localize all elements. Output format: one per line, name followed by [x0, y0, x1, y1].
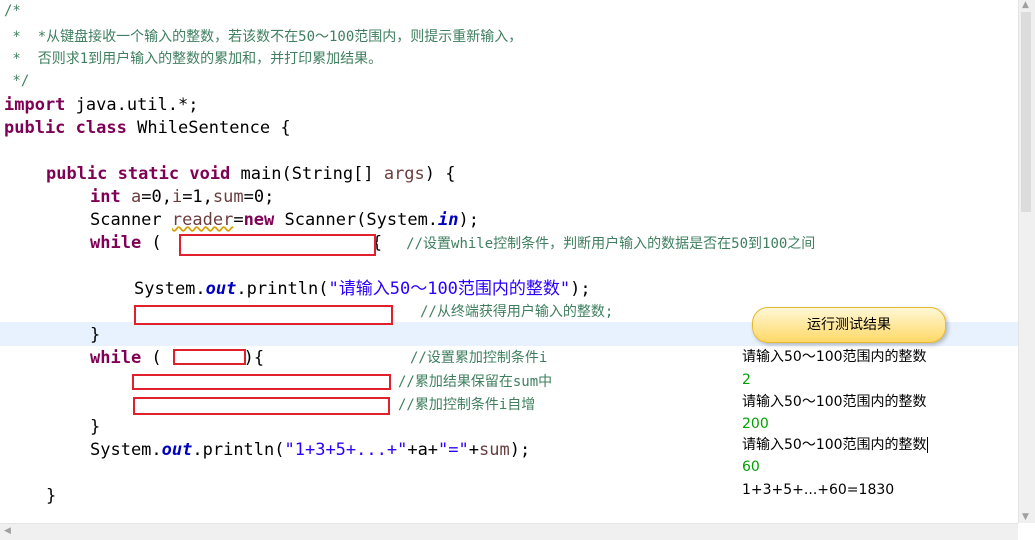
- console-line: 请输入50～100范围内的整数: [742, 349, 927, 365]
- console-input-line: 200: [742, 416, 769, 432]
- console-result-line: 1+3+5+...+60=1830: [742, 482, 895, 498]
- console-input-line: 2: [742, 372, 751, 388]
- code-editor[interactable]: /* * *从键盘接收一个输入的整数，若该数不在50～100范围内，则提示重新输…: [0, 0, 1018, 523]
- horizontal-scrollbar[interactable]: [0, 523, 1018, 540]
- comment-line: /*: [4, 3, 21, 19]
- comment-line: * 否则求1到用户输入的整数的累加和，并打印累加结果。: [4, 51, 383, 67]
- run-result-badge: 运行测试结果: [752, 307, 946, 343]
- comment-line: * *从键盘接收一个输入的整数，若该数不在50～100范围内，则提示重新输入，: [4, 29, 523, 45]
- scroll-down-arrow-icon[interactable]: ▼: [1022, 512, 1029, 522]
- variable-declaration: int a=0,i=1,sum=0;: [90, 187, 275, 207]
- blank-answer-box[interactable]: [132, 374, 391, 390]
- sum-comment: //累加结果保留在sum中: [398, 374, 553, 390]
- main-method-signature: public static void main(String[] args) {: [46, 164, 456, 184]
- console-line: 请输入50～100范围内的整数: [742, 394, 927, 410]
- import-line: import java.util.*;: [4, 95, 199, 115]
- blank-answer-box[interactable]: [173, 349, 246, 365]
- scroll-left-arrow-icon[interactable]: ◀: [4, 526, 11, 536]
- while2-comment: //设置累加控制条件i: [410, 350, 548, 366]
- scanner-declaration: Scanner reader=new Scanner(System.in);: [90, 210, 480, 230]
- comment-line: */: [4, 73, 30, 89]
- blank-answer-box[interactable]: [133, 397, 390, 415]
- text-caret: [926, 437, 928, 453]
- read-input-comment: //从终端获得用户输入的整数;: [420, 304, 614, 320]
- vertical-scroll-thumb[interactable]: [1021, 12, 1031, 212]
- blank-answer-box[interactable]: [179, 234, 376, 256]
- blank-answer-box[interactable]: [134, 305, 393, 325]
- closing-brace: }: [46, 486, 57, 506]
- increment-comment: //累加控制条件i自增: [398, 397, 536, 413]
- println-result: System.out.println("1+3+5+...+"+a+"="+su…: [90, 440, 531, 460]
- console-line: 请输入50～100范围内的整数: [742, 437, 928, 453]
- closing-brace: }: [90, 417, 101, 437]
- closing-brace: }: [90, 325, 101, 345]
- scroll-up-arrow-icon[interactable]: ▲: [1022, 0, 1029, 10]
- println-prompt: System.out.println("请输入50～100范围内的整数");: [134, 279, 591, 299]
- class-declaration: public class WhileSentence {: [4, 118, 291, 138]
- console-input-line: 60: [742, 459, 760, 475]
